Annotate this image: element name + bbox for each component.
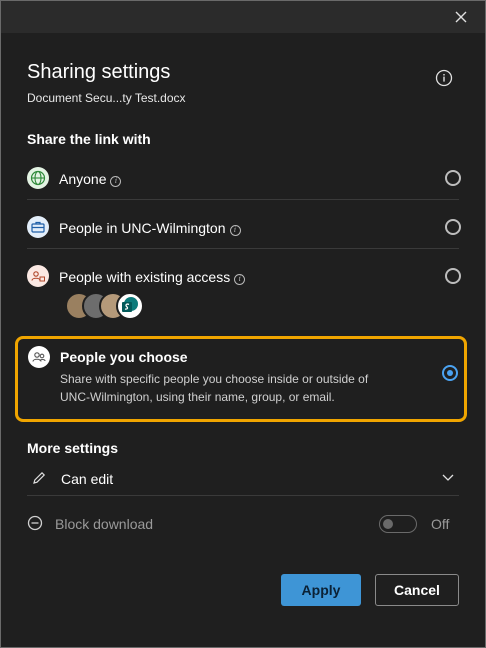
title-bar bbox=[1, 1, 485, 33]
pencil-icon bbox=[33, 471, 46, 484]
block-download-toggle[interactable] bbox=[379, 515, 417, 533]
info-icon[interactable]: i bbox=[229, 225, 241, 236]
sharing-settings-dialog: Sharing settings Document Secu...ty Test… bbox=[3, 33, 483, 645]
radio-people-you-choose[interactable] bbox=[442, 365, 458, 381]
file-name: Document Secu...ty Test.docx bbox=[27, 91, 186, 105]
option-existing-access[interactable]: People with existing access i bbox=[21, 263, 467, 291]
block-download-label: Block download bbox=[55, 516, 154, 532]
people-lock-icon bbox=[27, 265, 49, 287]
info-icon[interactable]: i bbox=[234, 274, 246, 285]
radio-people-in-org[interactable] bbox=[445, 219, 461, 235]
option-people-you-choose-label: People you choose bbox=[60, 349, 188, 365]
block-download-row: Block download Off bbox=[27, 513, 459, 537]
block-icon bbox=[27, 515, 43, 531]
info-icon[interactable]: i bbox=[110, 176, 122, 187]
toggle-state: Off bbox=[431, 516, 450, 532]
globe-icon bbox=[27, 167, 49, 189]
permission-value: Can edit bbox=[61, 471, 114, 487]
share-link-heading: Share the link with bbox=[27, 131, 151, 147]
radio-anyone[interactable] bbox=[445, 170, 461, 186]
divider bbox=[27, 248, 459, 249]
close-icon[interactable] bbox=[453, 9, 469, 25]
option-existing-access-label: People with existing access i bbox=[59, 269, 246, 285]
more-settings-heading: More settings bbox=[27, 440, 119, 456]
option-existing-access-text: People with existing access bbox=[59, 269, 231, 285]
option-description: Share with specific people you choose in… bbox=[60, 372, 369, 404]
option-people-you-choose[interactable]: People you choose Share with specific pe… bbox=[15, 336, 467, 422]
divider bbox=[27, 199, 459, 200]
radio-existing-access[interactable] bbox=[445, 268, 461, 284]
option-anyone[interactable]: Anyone i bbox=[21, 165, 467, 193]
chevron-down-icon[interactable] bbox=[441, 473, 455, 483]
option-people-in-org[interactable]: People in UNC-Wilmington i bbox=[21, 214, 467, 242]
dialog-title: Sharing settings bbox=[27, 61, 171, 83]
option-people-in-org-text: People in UNC-Wilmington bbox=[59, 220, 226, 236]
people-icon bbox=[28, 346, 50, 368]
sharepoint-icon bbox=[116, 292, 144, 320]
cancel-button[interactable]: Cancel bbox=[375, 574, 459, 606]
permission-dropdown[interactable]: Can edit bbox=[27, 461, 459, 496]
option-anyone-label: Anyone i bbox=[59, 171, 122, 187]
option-anyone-text: Anyone bbox=[59, 171, 107, 187]
apply-button[interactable]: Apply bbox=[281, 574, 361, 606]
option-people-in-org-label: People in UNC-Wilmington i bbox=[59, 220, 241, 236]
info-icon[interactable] bbox=[435, 69, 453, 87]
briefcase-icon bbox=[27, 216, 49, 238]
